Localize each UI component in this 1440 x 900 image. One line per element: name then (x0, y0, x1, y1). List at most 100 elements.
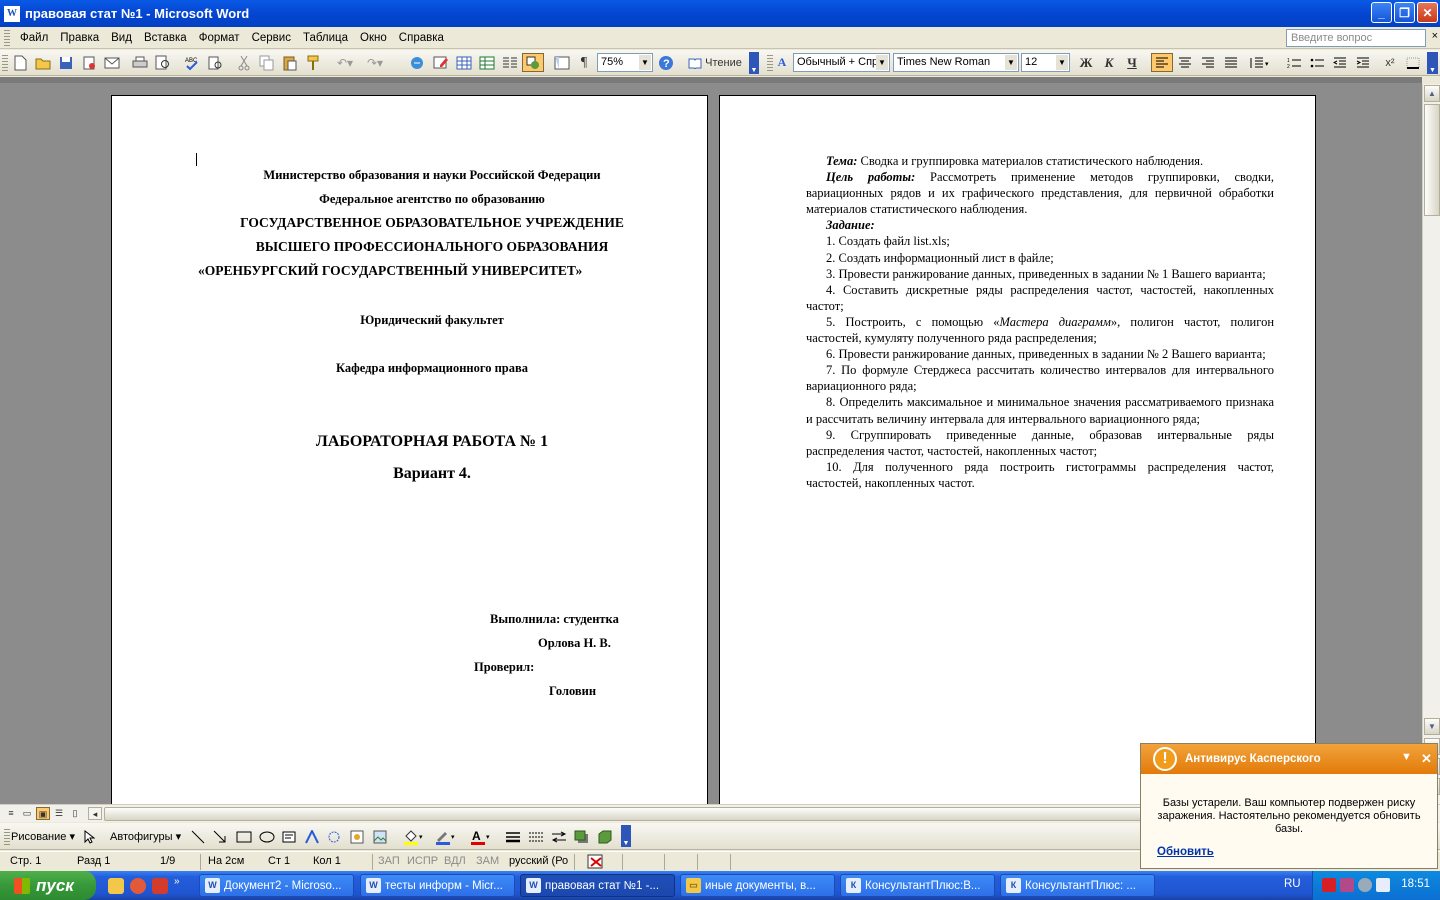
border-icon[interactable] (1403, 53, 1423, 72)
drawing-toolbar-icon[interactable] (522, 53, 544, 72)
style-select[interactable]: Обычный + Спр ▼ (793, 53, 890, 72)
web-view-icon[interactable]: ▭ (20, 807, 34, 820)
diagram-icon[interactable] (327, 828, 341, 845)
line-tool-icon[interactable] (191, 828, 205, 845)
insert-excel-icon[interactable] (477, 53, 497, 72)
update-link[interactable]: Обновить (1157, 846, 1214, 858)
research-icon[interactable] (205, 53, 225, 72)
quicklaunch-app-icon[interactable] (152, 878, 168, 894)
minimize-button[interactable]: _ (1371, 2, 1392, 23)
drawing-menu-button[interactable]: Рисование ▾ (11, 828, 75, 845)
permission-icon[interactable] (79, 53, 99, 72)
chevron-down-icon[interactable]: ▼ (1056, 55, 1068, 70)
status-extend[interactable]: ВДЛ (444, 855, 466, 867)
arrow-tool-icon[interactable] (213, 828, 227, 845)
text-box-icon[interactable] (282, 828, 296, 845)
menu-window[interactable]: Окно (354, 32, 393, 44)
email-icon[interactable] (102, 53, 122, 72)
vertical-scrollbar[interactable]: ▲ ▼ ▲▲ ● ▼▼ (1422, 84, 1440, 804)
close-button[interactable]: ✕ (1417, 2, 1438, 23)
numbering-icon[interactable]: 12 (1284, 53, 1304, 72)
menu-tools[interactable]: Сервис (246, 32, 297, 44)
scroll-up-icon[interactable]: ▲ (1424, 85, 1440, 102)
toolbar-grip-icon[interactable] (2, 53, 8, 72)
menu-insert[interactable]: Вставка (138, 32, 193, 44)
fill-color-icon[interactable]: ▾ (403, 828, 425, 845)
task-folder[interactable]: ▭ иные документы, в... (680, 874, 835, 897)
status-overtype[interactable]: ЗАМ (476, 855, 499, 867)
new-document-icon[interactable] (10, 53, 30, 72)
clip-art-icon[interactable] (350, 828, 364, 845)
input-language[interactable]: RU (1284, 878, 1301, 890)
format-painter-icon[interactable] (303, 53, 323, 72)
reading-mode-button[interactable]: Чтение (684, 53, 746, 72)
quicklaunch-opera-icon[interactable] (130, 878, 146, 894)
menu-table[interactable]: Таблица (297, 32, 354, 44)
menu-view[interactable]: Вид (105, 32, 138, 44)
spelling-icon[interactable]: ABC (182, 53, 202, 72)
align-left-icon[interactable] (1151, 53, 1173, 72)
kaspersky-tray-icon[interactable] (1322, 878, 1336, 892)
columns-icon[interactable] (500, 53, 520, 72)
print-preview-icon[interactable] (153, 53, 173, 72)
scroll-left-icon[interactable]: ◂ (88, 807, 102, 820)
line-color-icon[interactable]: ▾ (435, 828, 457, 845)
spelling-status-icon[interactable] (587, 854, 609, 872)
justify-icon[interactable] (1221, 53, 1241, 72)
bullets-icon[interactable] (1307, 53, 1327, 72)
font-select[interactable]: Times New Roman ▼ (893, 53, 1019, 72)
line-spacing-icon[interactable]: ▾ (1244, 53, 1274, 72)
task-tests[interactable]: Wтесты информ - Micr... (360, 874, 515, 897)
dash-style-icon[interactable] (528, 828, 544, 845)
paste-icon[interactable] (280, 53, 300, 72)
page-task-sheet[interactable]: Тема: Сводка и группировка материалов ст… (719, 95, 1316, 815)
normal-view-icon[interactable]: ≡ (4, 807, 18, 820)
restore-button[interactable]: ❐ (1394, 2, 1415, 23)
help-question-input[interactable]: Введите вопрос (1286, 29, 1426, 47)
undo-icon[interactable]: ↶▾ (332, 53, 358, 72)
rectangle-tool-icon[interactable] (236, 828, 252, 845)
save-icon[interactable] (56, 53, 76, 72)
window-title-bar[interactable]: W правовая стат №1 - Microsoft Word _ ❐ … (0, 0, 1440, 27)
quicklaunch-notes-icon[interactable] (108, 878, 124, 894)
status-track-changes[interactable]: ИСПР (407, 855, 438, 867)
drawing-options-icon[interactable]: ▼ (621, 825, 631, 847)
decrease-indent-icon[interactable] (1330, 53, 1350, 72)
reading-view-icon[interactable]: ▯ (68, 807, 82, 820)
redo-icon[interactable]: ↷▾ (362, 53, 388, 72)
print-icon[interactable] (130, 53, 150, 72)
outline-view-icon[interactable]: ☰ (52, 807, 66, 820)
menu-file[interactable]: Файл (14, 32, 54, 44)
superscript-button[interactable]: x² (1380, 53, 1400, 72)
font-size-select[interactable]: 12 ▼ (1021, 53, 1070, 72)
kaspersky-notification[interactable]: ! Антивирус Касперского ▼ ✕ Базы устарел… (1140, 743, 1438, 869)
close-icon[interactable]: ✕ (1421, 751, 1432, 767)
arrow-style-icon[interactable] (551, 828, 567, 845)
hyperlink-icon[interactable] (408, 53, 428, 72)
toolbar-options-icon[interactable]: ▼ (749, 52, 759, 74)
tray-app-icon[interactable] (1340, 878, 1354, 892)
page-title-sheet[interactable]: Министерство образования и науки Российс… (111, 95, 708, 815)
task-consultant-1[interactable]: К КонсультантПлюс:В... (840, 874, 995, 897)
chevron-down-icon[interactable]: ▼ (876, 55, 888, 70)
tables-borders-icon[interactable] (431, 53, 451, 72)
cut-icon[interactable] (234, 53, 254, 72)
task-document2[interactable]: W Документ2 - Microso... (199, 874, 354, 897)
start-button[interactable]: пуск (0, 871, 96, 900)
shadow-style-icon[interactable] (574, 828, 590, 845)
vertical-scroll-thumb[interactable] (1424, 104, 1440, 216)
task-consultant-2[interactable]: К КонсультантПлюс: ... (1000, 874, 1155, 897)
open-folder-icon[interactable] (33, 53, 53, 72)
menu-edit[interactable]: Правка (54, 32, 105, 44)
styles-formatting-icon[interactable]: A (772, 53, 792, 72)
underline-button[interactable]: Ч (1122, 53, 1142, 72)
scroll-down-icon[interactable]: ▼ (1424, 718, 1440, 735)
autoshapes-menu-button[interactable]: Автофигуры ▾ (110, 828, 181, 845)
insert-table-icon[interactable] (454, 53, 474, 72)
select-objects-icon[interactable] (83, 828, 95, 845)
print-layout-view-icon[interactable]: ▣ (36, 807, 50, 820)
line-style-icon[interactable] (505, 828, 521, 845)
document-close-icon[interactable]: × (1432, 30, 1438, 42)
chevron-down-icon[interactable]: ▼ (1005, 55, 1017, 70)
copy-icon[interactable] (257, 53, 277, 72)
